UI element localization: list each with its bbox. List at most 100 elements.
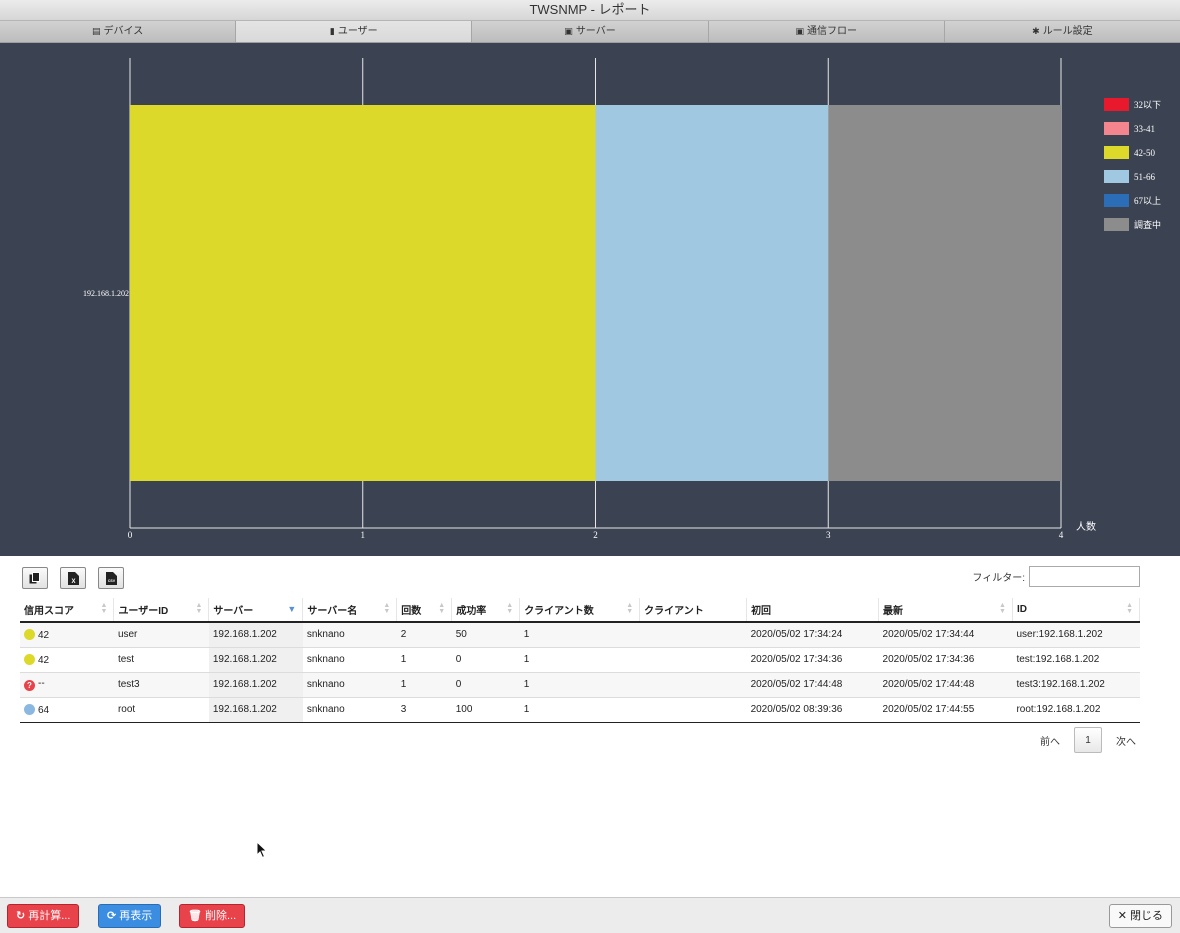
csv-icon: CSV (105, 571, 117, 585)
cell: 0 (451, 647, 520, 673)
next-page-link[interactable]: 次へ (1112, 733, 1140, 748)
server-icon: ▣ (564, 26, 573, 36)
excel-button[interactable]: X (60, 567, 86, 589)
col-header-success-rate[interactable]: 成功率 ▲ ▼ (451, 598, 521, 623)
legend-swatch (1104, 170, 1129, 183)
col-header-server-name[interactable]: サーバー名 ▲ ▼ (302, 598, 398, 623)
tab-flows[interactable]: ▣ 通信フロー (708, 21, 945, 42)
col-header-client-count[interactable]: クライアント数 ▲ ▼ (519, 598, 641, 623)
cell: 2020/05/02 08:39:36 (746, 697, 879, 723)
cell: 2 (396, 622, 452, 648)
col-header-count[interactable]: 回数 ▲ ▼ (396, 598, 453, 623)
tab-rules[interactable]: ✱ ルール設定 (944, 21, 1180, 42)
tab-devices[interactable]: ▤ デバイス (0, 21, 237, 42)
cell: 100 (451, 697, 520, 723)
col-header-client[interactable]: クライアント (639, 598, 748, 623)
cell: 1 (519, 647, 640, 673)
table-row[interactable]: ? -- test3 192.168.1.202 snknano 1 0 1 20… (20, 672, 1140, 698)
table-row[interactable]: 42 test 192.168.1.202 snknano 1 0 1 2020… (20, 647, 1140, 673)
cell: snknano (302, 622, 397, 648)
bar-segment (130, 105, 596, 481)
col-header-last[interactable]: 最新 ▲ ▼ (878, 598, 1013, 623)
filter-box: フィルター: (972, 566, 1140, 587)
col-header-server[interactable]: サーバー ▼ (208, 598, 304, 623)
cell: user:192.168.1.202 (1012, 622, 1140, 648)
sort-icon: ▲ ▼ (383, 602, 391, 615)
trash-icon: 🗑 (188, 910, 202, 922)
svg-text:CSV: CSV (107, 579, 115, 583)
bar-segment (595, 105, 829, 481)
cell: 2020/05/02 17:34:24 (746, 622, 879, 648)
cell: 2020/05/02 17:34:36 (878, 647, 1013, 673)
filter-input[interactable] (1029, 566, 1140, 587)
col-header-first[interactable]: 初回 (746, 598, 880, 623)
col-header-score[interactable]: 信用スコア ▲ ▼ (20, 598, 115, 623)
sort-icon: ▲ ▼ (100, 602, 108, 615)
cell: 2020/05/02 17:34:36 (746, 647, 879, 673)
sort-icon: ▲ ▼ (438, 602, 446, 615)
legend-label: 32以下 (1134, 100, 1161, 110)
table-row[interactable]: 64 root 192.168.1.202 snknano 3 100 1 20… (20, 697, 1140, 723)
cell: 192.168.1.202 (208, 647, 303, 673)
cell: 1 (519, 697, 640, 723)
cell: 2020/05/02 17:44:48 (878, 672, 1013, 698)
score-value: -- (38, 678, 45, 689)
cell: 1 (396, 647, 452, 673)
cell: snknano (302, 697, 397, 723)
legend-label: 51-66 (1134, 172, 1155, 182)
export-toolbar: X CSV (22, 567, 124, 589)
csv-button[interactable]: CSV (98, 567, 124, 589)
col-header-user-id[interactable]: ユーザーID ▲ ▼ (113, 598, 210, 623)
sort-icon: ▲ ▼ (506, 602, 514, 615)
x-tick-label: 2 (593, 530, 598, 540)
copy-icon (29, 571, 40, 583)
delete-button[interactable]: 🗑 削除... (179, 904, 246, 928)
blue-smile-icon (24, 703, 35, 715)
flow-icon: ▣ (795, 26, 804, 36)
close-icon: ✕ (1117, 910, 1127, 922)
sort-icon: ▲ ▼ (999, 602, 1006, 615)
x-tick-label: 3 (826, 530, 831, 540)
cell: root:192.168.1.202 (1012, 697, 1140, 723)
refresh-button[interactable]: ⟳ 再表示 (98, 904, 162, 928)
prev-page-link[interactable]: 前へ (1036, 733, 1064, 748)
cell: 2020/05/02 17:34:44 (878, 622, 1013, 648)
score-value: 64 (38, 704, 50, 716)
cell: 2020/05/02 17:44:48 (746, 672, 879, 698)
cell: 192.168.1.202 (208, 697, 303, 723)
user-table: 信用スコア ▲ ▼ ユーザーID ▲ ▼ サーバー ▼ サーバー名 ▲ ▼ 回数 ▲ ▼ 成功率 ▲… (20, 598, 1141, 723)
cell: 0 (451, 672, 520, 698)
tab-users[interactable]: ▮ ユーザー (236, 21, 473, 42)
cell: snknano (302, 672, 397, 698)
cell: 1 (519, 672, 640, 698)
sync-icon: ⟳ (107, 910, 117, 922)
svg-text:X: X (71, 579, 75, 585)
legend-label: 33-41 (1134, 124, 1155, 134)
legend-swatch (1104, 194, 1129, 207)
tab-label: サーバー (575, 26, 616, 37)
close-button[interactable]: ✕ 閉じる (1108, 904, 1172, 928)
legend-swatch (1104, 122, 1129, 135)
y-category-label: 192.168.1.202 (83, 289, 129, 298)
bottom-bar: ↻ 再計算... ⟳ 再表示 🗑 削除... ✕ 閉じる (0, 897, 1180, 933)
score-value: 42 (38, 654, 50, 666)
user-clipboard-icon: ▮ (329, 26, 335, 36)
cell: test3:192.168.1.202 (1012, 672, 1140, 698)
question-icon: ? (24, 680, 35, 691)
cell (639, 647, 747, 673)
recalculate-button[interactable]: ↻ 再計算... (7, 904, 80, 928)
sort-icon: ▲ ▼ (195, 602, 203, 615)
mouse-cursor-icon (256, 841, 268, 859)
page-button[interactable]: 1 (1074, 727, 1102, 753)
cell: 192.168.1.202 (208, 672, 303, 698)
copy-button[interactable] (22, 567, 48, 589)
table-header-row: 信用スコア ▲ ▼ ユーザーID ▲ ▼ サーバー ▼ サーバー名 ▲ ▼ 回数 ▲ ▼ 成功率 ▲… (20, 598, 1141, 623)
tab-servers[interactable]: ▣ サーバー (472, 21, 709, 42)
tab-label: ルール設定 (1042, 26, 1093, 37)
window-title: TWSNMP - レポート (0, 0, 1180, 21)
col-header-id[interactable]: ID ▲ ▼ (1012, 598, 1141, 623)
x-tick-label: 4 (1059, 530, 1064, 540)
table-row[interactable]: 42 user 192.168.1.202 snknano 2 50 1 202… (20, 622, 1140, 648)
tab-label: ユーザー (337, 26, 378, 37)
cell: test (113, 647, 209, 673)
